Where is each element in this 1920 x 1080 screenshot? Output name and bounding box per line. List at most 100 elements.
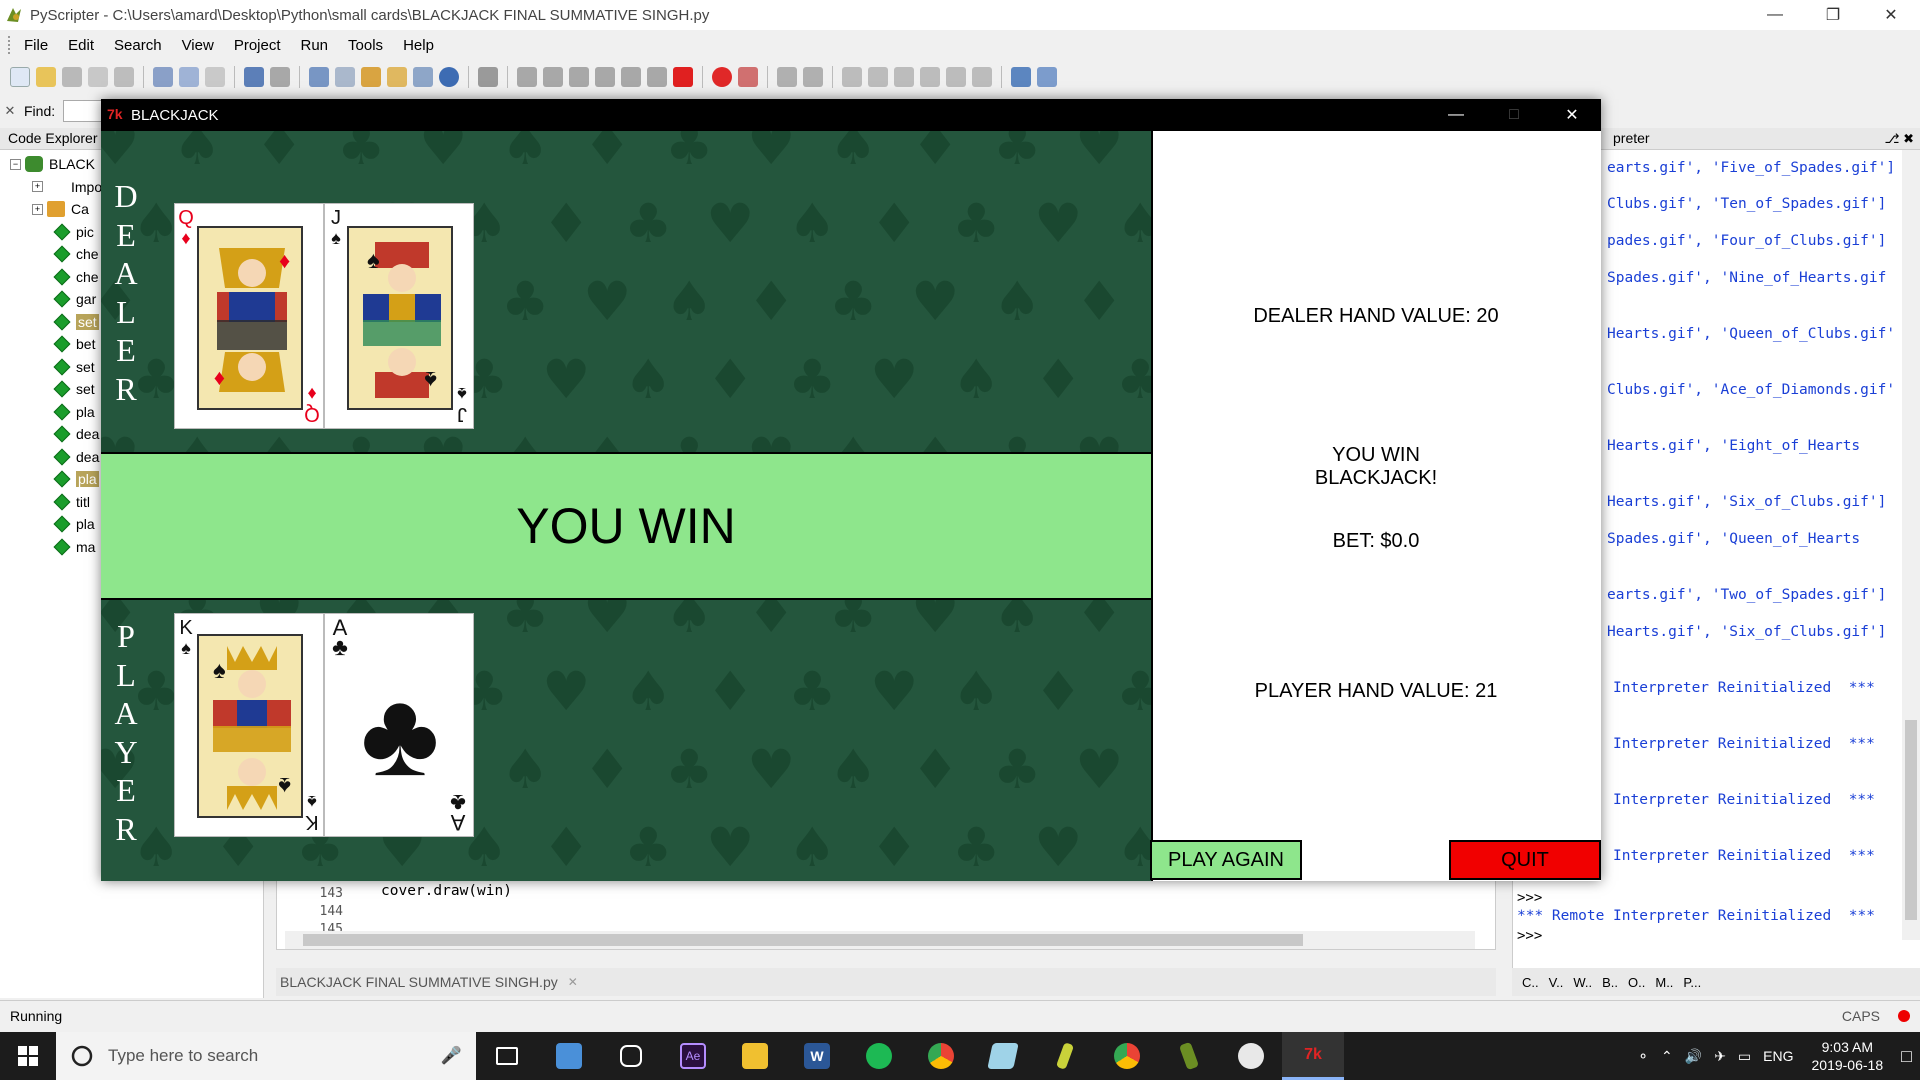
interpreter-prompt[interactable]: >>> xyxy=(1517,928,1542,944)
close-tab-icon[interactable]: ✕ xyxy=(568,975,578,989)
indent-icon[interactable] xyxy=(842,67,862,87)
ide-restore-button[interactable]: ❐ xyxy=(1804,0,1862,30)
cut-icon[interactable] xyxy=(153,67,173,87)
battery-icon[interactable]: ▭ xyxy=(1738,1048,1751,1065)
pause-icon[interactable] xyxy=(647,67,667,87)
taskbar-search[interactable]: Type here to search 🎤 xyxy=(56,1032,476,1080)
paragraph-icon[interactable] xyxy=(972,67,992,87)
help-icon[interactable] xyxy=(439,67,459,87)
undo-icon[interactable] xyxy=(244,67,264,87)
menu-view[interactable]: View xyxy=(172,37,224,54)
taskbar-app[interactable]: W xyxy=(786,1032,848,1080)
menu-edit[interactable]: Edit xyxy=(58,37,104,54)
taskbar-app[interactable] xyxy=(600,1032,662,1080)
tool-tab-output[interactable]: O.. xyxy=(1628,975,1645,990)
quit-button[interactable]: QUIT xyxy=(1449,840,1601,880)
play-again-button[interactable]: PLAY AGAIN xyxy=(1150,840,1302,880)
whitespace-icon[interactable] xyxy=(946,67,966,87)
step-over-icon[interactable] xyxy=(595,67,615,87)
editor-tab[interactable]: BLACKJACK FINAL SUMMATIVE SINGH.py ✕ xyxy=(276,974,586,990)
editor-hscrollbar[interactable] xyxy=(285,931,1475,949)
find-input[interactable] xyxy=(63,100,104,122)
minimize-button[interactable]: — xyxy=(1427,99,1485,131)
people-icon[interactable]: ⚬ xyxy=(1637,1048,1649,1065)
window-icon[interactable] xyxy=(413,67,433,87)
taskbar-app[interactable] xyxy=(1158,1032,1220,1080)
taskbar-app[interactable] xyxy=(724,1032,786,1080)
run-icon[interactable] xyxy=(478,67,498,87)
step-out-icon[interactable] xyxy=(621,67,641,87)
network-icon[interactable]: ✈ xyxy=(1714,1048,1726,1065)
menu-help[interactable]: Help xyxy=(393,37,444,54)
menu-run[interactable]: Run xyxy=(291,37,339,54)
dedent-icon[interactable] xyxy=(868,67,888,87)
code-line[interactable]: cover.draw(win) xyxy=(381,883,512,899)
line-numbers-icon[interactable] xyxy=(920,67,940,87)
notification-icon[interactable]: □ xyxy=(1901,1046,1912,1067)
breakpoint-icon[interactable] xyxy=(712,67,732,87)
pin-close-icon[interactable]: ⎇ ✖ xyxy=(1885,131,1915,147)
tool-tab-messages[interactable]: M.. xyxy=(1655,975,1673,990)
step-into-icon[interactable] xyxy=(569,67,589,87)
volume-icon[interactable]: 🔊 xyxy=(1685,1048,1702,1065)
ide-minimize-button[interactable]: — xyxy=(1746,0,1804,30)
replace-icon[interactable] xyxy=(361,67,381,87)
tool-tab-python[interactable]: P... xyxy=(1683,975,1701,990)
tool-tab-call-stack[interactable]: C.. xyxy=(1522,975,1539,990)
microphone-icon[interactable]: 🎤 xyxy=(441,1046,462,1066)
find-next-icon[interactable] xyxy=(335,67,355,87)
paste-icon[interactable] xyxy=(205,67,225,87)
language-indicator[interactable]: ENG xyxy=(1763,1048,1793,1064)
menu-project[interactable]: Project xyxy=(224,37,291,54)
tree-item-label: set xyxy=(76,381,95,398)
start-button[interactable] xyxy=(0,1032,56,1080)
chevron-up-icon[interactable]: ⌃ xyxy=(1661,1048,1673,1065)
scrollbar-thumb[interactable] xyxy=(1905,720,1917,920)
taskbar-app[interactable] xyxy=(1220,1032,1282,1080)
maximize-button[interactable]: □ xyxy=(1485,99,1543,131)
find-icon[interactable] xyxy=(309,67,329,87)
find-close-icon[interactable]: ✕ xyxy=(0,103,20,119)
taskbar-app[interactable] xyxy=(972,1032,1034,1080)
code-editor[interactable]: 143 144 145 cover.draw(win) xyxy=(276,870,1496,950)
open-folder-icon[interactable] xyxy=(36,67,56,87)
taskbar-app[interactable] xyxy=(910,1032,972,1080)
menu-search[interactable]: Search xyxy=(104,37,172,54)
taskbar-app[interactable] xyxy=(848,1032,910,1080)
clock[interactable]: 9:03 AM 2019-06-18 xyxy=(1806,1038,1890,1074)
clear-breakpoints-icon[interactable] xyxy=(738,67,758,87)
tool-tab-breakpoints[interactable]: B.. xyxy=(1602,975,1618,990)
menu-file[interactable]: File xyxy=(14,37,58,54)
menu-tools[interactable]: Tools xyxy=(338,37,393,54)
tool-tab-variables[interactable]: V.. xyxy=(1549,975,1564,990)
debug-icon[interactable] xyxy=(517,67,537,87)
save-icon[interactable] xyxy=(62,67,82,87)
expand-toggle-icon[interactable]: + xyxy=(32,203,43,215)
copy-icon[interactable] xyxy=(179,67,199,87)
taskbar-app[interactable] xyxy=(1096,1032,1158,1080)
taskbar-app-active[interactable]: 7k xyxy=(1282,1032,1344,1080)
interpreter-scrollbar[interactable] xyxy=(1902,150,1920,940)
print-icon[interactable] xyxy=(114,67,134,87)
scrollbar-thumb[interactable] xyxy=(303,934,1303,946)
layout-icon[interactable] xyxy=(1011,67,1031,87)
bookmark-icon[interactable] xyxy=(387,67,407,87)
run-to-cursor-icon[interactable] xyxy=(543,67,563,87)
save-all-icon[interactable] xyxy=(88,67,108,87)
back-icon[interactable] xyxy=(777,67,797,87)
taskbar-app[interactable] xyxy=(1034,1032,1096,1080)
expand-toggle-icon[interactable]: − xyxy=(10,158,21,170)
new-file-icon[interactable] xyxy=(10,67,30,87)
view-icon[interactable] xyxy=(1037,67,1057,87)
close-button[interactable]: ✕ xyxy=(1543,99,1601,131)
forward-icon[interactable] xyxy=(803,67,823,87)
taskbar-app[interactable] xyxy=(538,1032,600,1080)
redo-icon[interactable] xyxy=(270,67,290,87)
expand-toggle-icon[interactable]: + xyxy=(32,181,43,193)
taskbar-app[interactable]: Ae xyxy=(662,1032,724,1080)
comment-icon[interactable] xyxy=(894,67,914,87)
task-view-button[interactable] xyxy=(476,1032,538,1080)
abort-icon[interactable] xyxy=(673,67,693,87)
ide-close-button[interactable]: ✕ xyxy=(1862,0,1920,30)
tool-tab-watches[interactable]: W.. xyxy=(1573,975,1592,990)
